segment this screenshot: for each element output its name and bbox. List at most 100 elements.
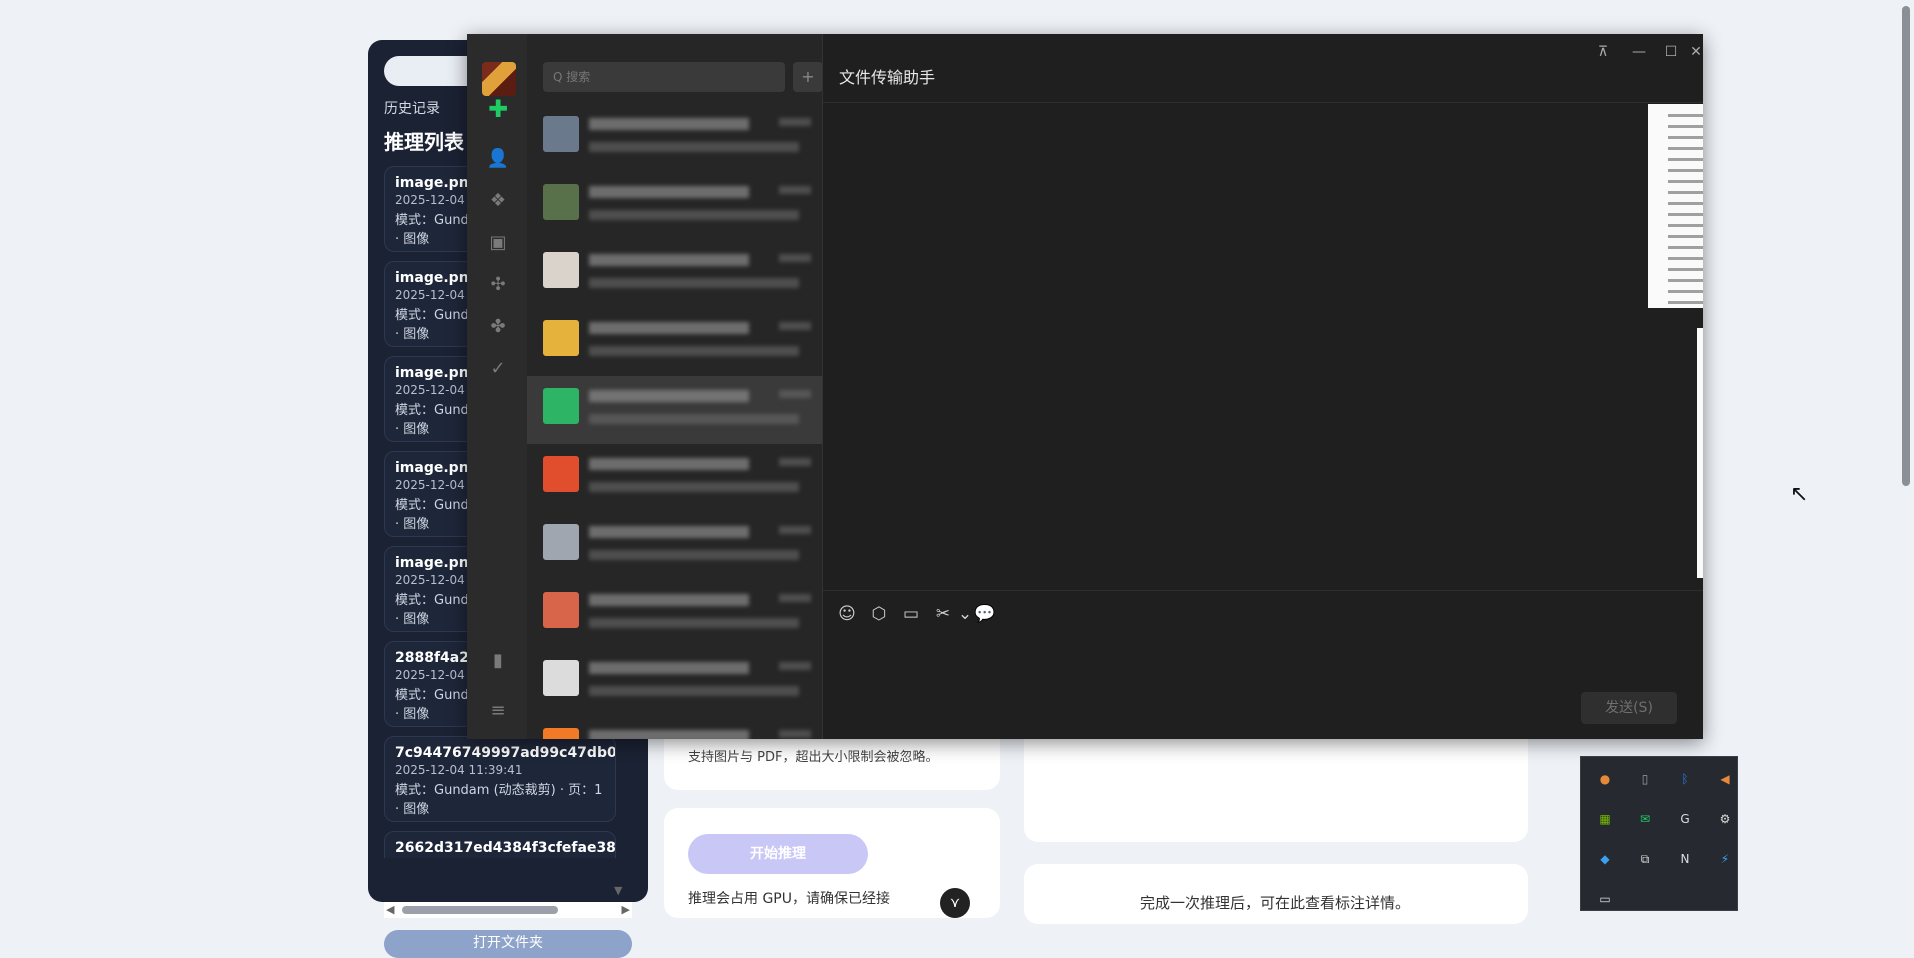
network-tray-icon[interactable]: ⚡ [1715,849,1735,869]
chat-avatar [543,184,579,220]
contacts-icon[interactable]: 👤 [485,146,511,172]
moments-icon[interactable]: ✣ [485,272,511,298]
history-horizontal-scrollbar[interactable]: ◀ ▶ [384,902,632,918]
emoji-icon[interactable]: ☺ [835,602,859,626]
scrollbar-thumb[interactable] [402,906,558,914]
wechat-window: ✚ 👤 ❖ ▣ ✣ ✤ ✓ ▮ ≡ Q 搜索 + 文件传输助手 ⊼ — ☐ ✕ 发送(S) ☺ ⬡… [467,34,1703,739]
copy-tray-icon[interactable]: ⧉ [1635,849,1655,869]
history-title: 推理列表 [384,130,464,154]
add-chat-button[interactable]: + [793,62,823,92]
chat-list-item[interactable] [527,240,822,308]
chat-preview-redacted [589,414,799,424]
chat-list-item[interactable] [527,580,822,648]
scroll-left-arrow-icon[interactable]: ◀ [386,902,394,918]
header-divider [823,102,1703,103]
pin-icon[interactable]: ⊼ [1589,40,1617,64]
document-text-line [1668,147,1703,150]
chat-list-item[interactable] [527,172,822,240]
chat-search-input[interactable]: Q 搜索 [543,62,785,92]
chat-name-redacted [589,458,749,470]
chat-name-redacted [589,390,749,402]
logitech-icon[interactable]: G [1675,809,1695,829]
volume-icon[interactable]: ◀ [1715,769,1735,789]
favorites-icon[interactable]: ❖ [485,188,511,214]
chat-name-redacted [589,662,749,674]
folder-icon[interactable]: ▭ [899,602,923,626]
page-scrollbar-thumb[interactable] [1902,6,1910,486]
user-avatar[interactable] [482,62,516,96]
message-image-1[interactable] [1648,104,1703,308]
chat-preview-redacted [589,618,799,628]
start-inference-button[interactable]: 开始推理 [688,834,868,874]
chat-list-item[interactable] [527,648,822,716]
chat-time-redacted [779,662,811,670]
chat-name-redacted [589,730,749,739]
details-hint: 完成一次推理后，可在此查看标注详情。 [1140,894,1411,912]
inference-hint: 推理会占用 GPU，请确保已经接 [688,891,890,907]
open-folder-button[interactable]: 打开文件夹 [384,930,632,958]
shield-tray-icon[interactable]: ◆ [1595,849,1615,869]
sticker-icon[interactable]: ⬡ [867,602,891,626]
chat-name-redacted [589,322,749,334]
chat-time-redacted [779,730,811,738]
usb-icon[interactable]: ▯ [1635,769,1655,789]
wechat-tray-icon[interactable]: ✉ [1635,809,1655,829]
settings-icon[interactable]: ≡ [485,698,511,724]
chat-list-item[interactable] [527,104,822,172]
document-text-line [1668,191,1703,194]
maximize-button[interactable]: ☐ [1657,40,1685,64]
search-icon[interactable]: ✓ [485,356,511,382]
files-icon[interactable]: ▣ [485,230,511,256]
settings-tray-icon[interactable]: ⚙ [1715,809,1735,829]
chat-preview-redacted [589,278,799,288]
chat-time-redacted [779,254,811,262]
wechat-icon-rail: ✚ 👤 ❖ ▣ ✣ ✤ ✓ ▮ ≡ [467,34,527,739]
chat-time-redacted [779,390,811,398]
message-image-2[interactable] [1697,328,1703,578]
chat-avatar [543,388,579,424]
nvidia-icon[interactable]: ▦ [1595,809,1615,829]
document-text-line [1668,301,1703,304]
document-text-line [1668,257,1703,260]
phone-icon[interactable]: ▮ [485,648,511,674]
upload-hint: 支持图片与 PDF，超出大小限制会被忽略。 [688,750,939,765]
chat-time-redacted [779,458,811,466]
antivirus-icon[interactable]: ● [1595,769,1615,789]
display-tray-icon[interactable]: ▭ [1595,889,1615,909]
notion-icon[interactable]: N [1675,849,1695,869]
scroll-down-arrow-icon[interactable]: ▼ [614,884,622,897]
chat-icon[interactable]: ✚ [485,96,511,122]
chat-avatar [543,116,579,152]
chat-name-redacted [589,594,749,606]
scroll-right-arrow-icon[interactable]: ▶ [622,902,630,918]
chat-avatar [543,252,579,288]
minimize-button[interactable]: — [1625,40,1653,64]
chat-pane: 文件传输助手 ⊼ — ☐ ✕ 发送(S) ☺ ⬡ ▭ ✂ ⌄ 💬 [822,34,1703,739]
history-item[interactable]: 2662d317ed4384f3cfefae3845b47092025-12-0… [384,831,616,858]
composer-divider [823,590,1703,591]
send-button[interactable]: 发送(S) [1581,692,1677,724]
chat-preview-redacted [589,686,799,696]
chat-list-item[interactable] [527,716,822,739]
chat-history-icon[interactable]: 💬 [973,602,997,626]
chat-list-item[interactable] [527,308,822,376]
scissors-icon[interactable]: ✂ [931,602,955,626]
bluetooth-icon[interactable]: ᛒ [1675,769,1695,789]
scroll-down-button[interactable]: ⋎ [940,888,970,918]
chat-list-item[interactable] [527,376,822,444]
channels-icon[interactable]: ✤ [485,314,511,340]
chat-avatar [543,456,579,492]
chat-time-redacted [779,118,811,126]
chat-list-item[interactable] [527,512,822,580]
document-text-line [1668,180,1703,183]
history-item-name: 7c94476749997ad99c47db0640f762a [395,745,616,761]
chat-avatar [543,524,579,560]
chat-list-item[interactable] [527,444,822,512]
chat-avatar [543,728,579,739]
document-text-line [1668,136,1703,139]
page-scrollbar[interactable] [1898,0,1914,911]
close-button[interactable]: ✕ [1682,40,1703,64]
history-item[interactable]: 7c94476749997ad99c47db0640f762a 2025-12-0… [384,736,616,822]
history-item-name: 2662d317ed4384f3cfefae3845b4709 [395,840,616,856]
chat-preview-redacted [589,482,799,492]
